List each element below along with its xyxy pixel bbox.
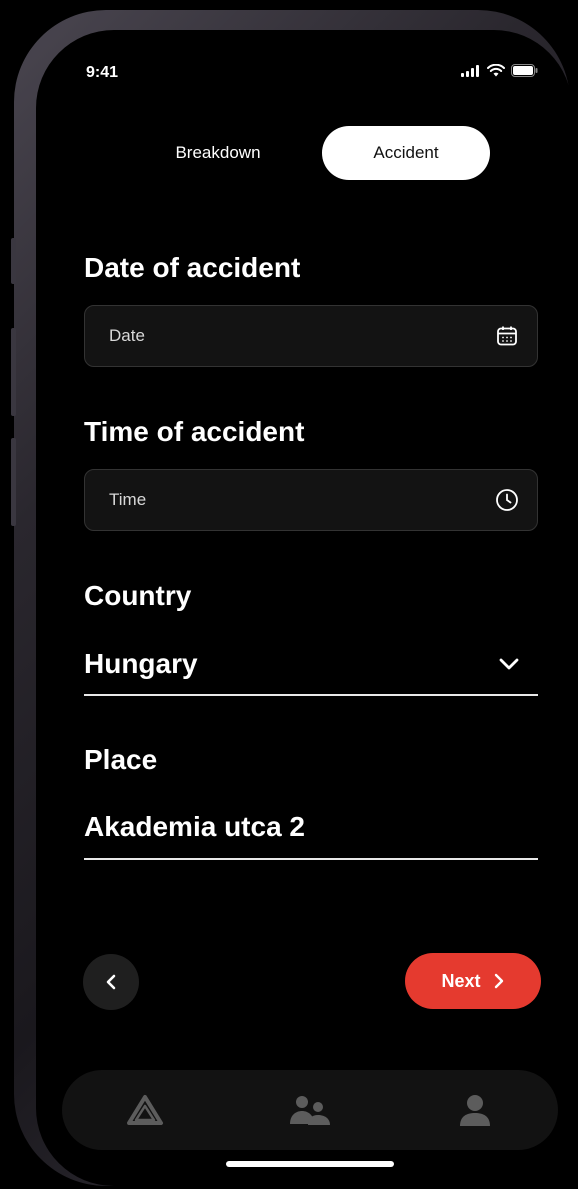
- nav-people[interactable]: [280, 1080, 340, 1140]
- date-input[interactable]: [107, 325, 493, 347]
- chevron-right-icon: [494, 973, 503, 989]
- triangle-logo-icon: [126, 1095, 163, 1125]
- action-button: [11, 238, 16, 284]
- nav-home[interactable]: [115, 1080, 175, 1140]
- bottom-nav: [62, 1070, 558, 1150]
- device-frame: 9:41 Breakdown Accident Date of accident…: [11, 10, 572, 1186]
- clock-icon[interactable]: [493, 486, 521, 514]
- wifi-icon: [487, 64, 505, 77]
- volume-down-button: [11, 438, 16, 526]
- place-label: Place: [84, 744, 158, 775]
- country-select[interactable]: Hungary: [84, 642, 538, 696]
- signal-icon: [461, 64, 479, 77]
- status-icons: [461, 64, 538, 77]
- nav-profile[interactable]: [445, 1080, 505, 1140]
- home-indicator: [226, 1161, 394, 1167]
- user-icon: [460, 1095, 491, 1126]
- time-field[interactable]: [84, 469, 538, 531]
- date-field[interactable]: [84, 305, 538, 367]
- tab-accident[interactable]: Accident: [322, 126, 490, 180]
- country-value: Hungary: [84, 648, 198, 679]
- country-label: Country: [84, 580, 192, 611]
- place-input[interactable]: Akademia utca 2: [84, 804, 538, 860]
- people-icon: [289, 1096, 330, 1125]
- calendar-icon[interactable]: [493, 322, 521, 350]
- chevron-down-icon: [499, 658, 519, 670]
- time-label: Time of accident: [84, 416, 305, 447]
- volume-up-button: [11, 328, 16, 416]
- battery-icon: [511, 64, 538, 77]
- date-label: Date of accident: [84, 252, 301, 283]
- back-button[interactable]: [83, 954, 139, 1010]
- status-time: 9:41: [86, 64, 119, 81]
- screen: 9:41 Breakdown Accident Date of accident…: [36, 30, 572, 1186]
- next-label: Next: [441, 970, 481, 991]
- next-button[interactable]: Next: [405, 953, 541, 1009]
- place-value: Akademia utca 2: [84, 811, 305, 842]
- time-input[interactable]: [107, 489, 493, 511]
- tab-breakdown[interactable]: Breakdown: [134, 126, 302, 180]
- chevron-left-icon: [106, 974, 116, 990]
